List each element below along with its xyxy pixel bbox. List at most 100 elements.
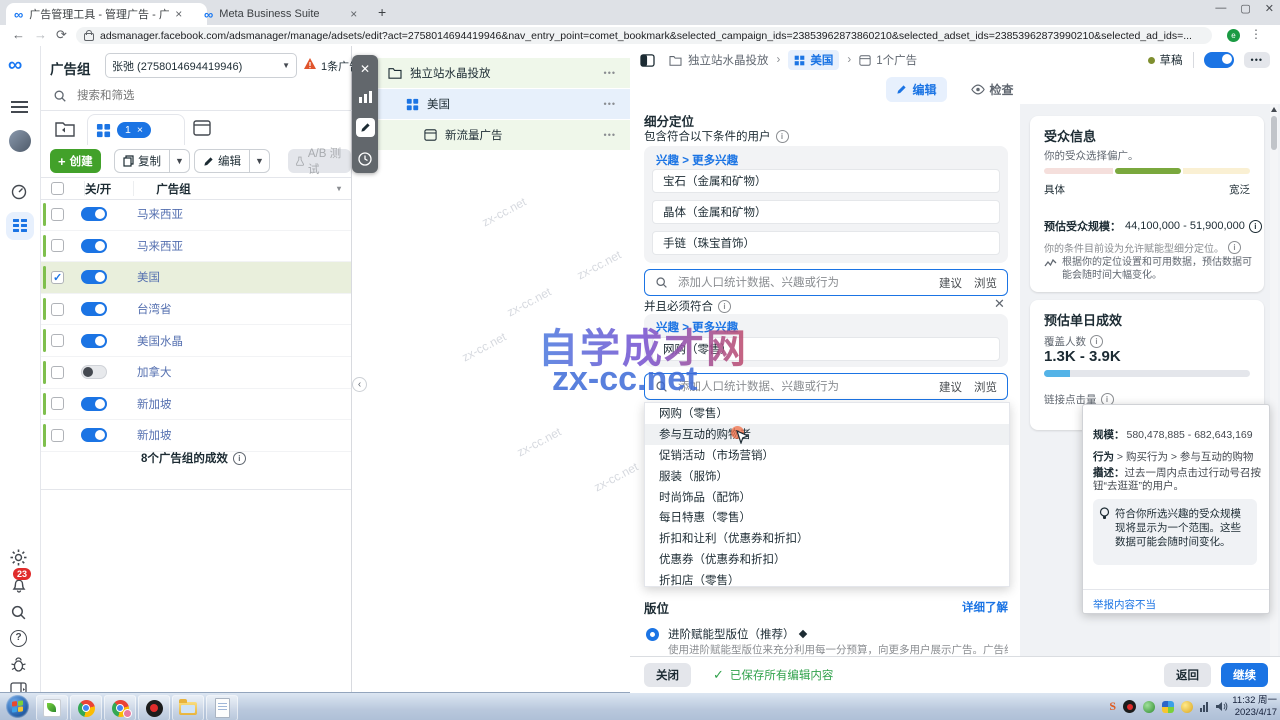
edit-pencil-icon-active[interactable] bbox=[356, 118, 375, 137]
create-button[interactable]: +创建 bbox=[50, 149, 101, 173]
maximize-icon[interactable]: ▢ bbox=[1240, 2, 1250, 15]
duplicate-button[interactable]: 复制 bbox=[114, 149, 170, 173]
user-avatar[interactable] bbox=[9, 130, 31, 152]
table-row[interactable]: 新加坡 bbox=[41, 420, 351, 452]
browse-link[interactable]: 浏览 bbox=[974, 275, 997, 291]
table-row[interactable]: 马来西亚 bbox=[41, 199, 351, 231]
targeting-search-box-2[interactable]: 建议浏览 bbox=[644, 373, 1008, 400]
more-options-icon[interactable]: ••• bbox=[604, 130, 616, 140]
dropdown-item[interactable]: 网购（零售） bbox=[645, 403, 1009, 424]
back-button[interactable]: 返回 bbox=[1164, 663, 1211, 687]
start-button[interactable] bbox=[6, 695, 29, 718]
interest-item[interactable]: 手链（珠宝首饰） bbox=[652, 231, 1000, 255]
adset-toggle-off[interactable] bbox=[81, 365, 107, 379]
dropdown-item[interactable]: 折扣和让利（优惠券和折扣） bbox=[645, 528, 1009, 549]
chart-icon[interactable] bbox=[359, 91, 372, 103]
scrollbar-track[interactable] bbox=[1270, 104, 1278, 656]
scrollbar-thumb[interactable] bbox=[1271, 116, 1277, 150]
dropdown-item[interactable]: 折扣店（零售） bbox=[645, 569, 1009, 587]
ab-test-button[interactable]: A/B 测试 bbox=[288, 149, 351, 173]
adset-toggle[interactable] bbox=[81, 334, 107, 348]
tray-s-icon[interactable]: S bbox=[1109, 699, 1116, 714]
taskbar-app-chrome[interactable] bbox=[70, 695, 102, 720]
scroll-up-arrow[interactable] bbox=[1271, 107, 1277, 112]
forward-icon[interactable]: → bbox=[34, 25, 47, 45]
taskbar-app-chrome-2[interactable] bbox=[104, 695, 136, 720]
browse-link[interactable]: 浏览 bbox=[974, 379, 997, 395]
adset-toggle[interactable] bbox=[81, 239, 107, 253]
grid-view-tab-active[interactable]: 1× bbox=[87, 114, 185, 145]
table-view-icon[interactable] bbox=[193, 120, 211, 136]
help-icon[interactable]: ? bbox=[10, 630, 27, 647]
tab-close-icon[interactable]: × bbox=[175, 7, 182, 21]
browser-menu-icon[interactable]: ⋮ bbox=[1250, 27, 1262, 41]
refresh-icon[interactable]: ⟳ bbox=[56, 25, 67, 45]
report-link[interactable]: 举报内容不当 bbox=[1093, 597, 1156, 612]
tray-network-icon[interactable] bbox=[1200, 702, 1208, 712]
url-omnibox[interactable]: adsmanager.facebook.com/adsmanager/manag… bbox=[76, 27, 1212, 44]
taskbar-app-explorer[interactable] bbox=[172, 695, 204, 720]
targeting-search-input-2[interactable] bbox=[676, 380, 931, 394]
table-row[interactable]: 台湾省 bbox=[41, 294, 351, 326]
account-selector[interactable]: 张弛 (2758014694419946) ▼ bbox=[105, 53, 297, 78]
search-filter-input[interactable] bbox=[75, 89, 279, 103]
panel-toggle-icon[interactable] bbox=[640, 54, 655, 67]
targeting-search-box[interactable]: 建议浏览 bbox=[644, 269, 1008, 296]
placement-option-row[interactable]: 进阶赋能型版位（推荐） bbox=[668, 626, 806, 642]
browser-tab-business-suite[interactable]: ∞ Meta Business Suite × bbox=[196, 3, 382, 25]
dropdown-item[interactable]: 服装（服饰） bbox=[645, 465, 1009, 486]
minimize-icon[interactable]: — bbox=[1215, 2, 1226, 15]
campaigns-icon-active[interactable] bbox=[6, 212, 34, 240]
adset-toggle[interactable] bbox=[81, 302, 107, 316]
table-row[interactable]: 马来西亚 bbox=[41, 231, 351, 263]
tree-ad-row[interactable]: 新流量广告 ••• bbox=[376, 120, 630, 150]
adset-toggle[interactable] bbox=[81, 207, 107, 221]
table-row[interactable]: 加拿大 bbox=[41, 357, 351, 389]
tree-campaign-row[interactable]: 独立站水晶投放 ••• bbox=[376, 58, 630, 88]
folder-view-icon[interactable] bbox=[55, 120, 75, 137]
table-row[interactable]: 新加坡 bbox=[41, 389, 351, 421]
browser-tab-ads-manager[interactable]: ∞ 广告管理工具 - 管理广告 - 广告 × bbox=[6, 3, 207, 25]
interest-item[interactable]: 晶体（金属和矿物） bbox=[652, 200, 1000, 224]
table-row-selected[interactable]: 美国 bbox=[41, 262, 351, 294]
table-row[interactable]: 美国水晶 bbox=[41, 325, 351, 357]
suggest-link[interactable]: 建议 bbox=[939, 275, 962, 291]
dropdown-item[interactable]: 优惠券（优惠券和折扣） bbox=[645, 549, 1009, 570]
dropdown-item[interactable]: 时尚饰品（配饰） bbox=[645, 486, 1009, 507]
edit-button[interactable]: 编辑 bbox=[194, 149, 250, 173]
select-all-checkbox[interactable] bbox=[51, 182, 64, 195]
more-options-button[interactable]: ••• bbox=[1244, 52, 1270, 68]
breadcrumb-adset-active[interactable]: 美国 bbox=[788, 50, 839, 70]
adset-toggle[interactable] bbox=[81, 428, 107, 442]
tray-speaker-icon[interactable] bbox=[1215, 701, 1228, 712]
back-icon[interactable]: ← bbox=[12, 25, 25, 45]
adset-status-toggle[interactable] bbox=[1204, 52, 1234, 68]
dropdown-item[interactable]: 促销活动（市场营销） bbox=[645, 445, 1009, 466]
adset-toggle[interactable] bbox=[81, 270, 107, 284]
breadcrumb-ad[interactable]: 1个广告 bbox=[876, 52, 917, 68]
close-window-icon[interactable]: ✕ bbox=[1265, 2, 1274, 15]
hamburger-menu-icon[interactable] bbox=[11, 98, 28, 116]
clear-filter-icon[interactable]: × bbox=[137, 124, 143, 136]
profile-avatar[interactable]: e bbox=[1227, 29, 1240, 42]
tray-recorder-icon[interactable] bbox=[1123, 700, 1136, 713]
more-options-icon[interactable]: ••• bbox=[604, 68, 616, 78]
tree-adset-row-selected[interactable]: 美国 ••• bbox=[376, 89, 630, 119]
close-icon[interactable]: ✕ bbox=[360, 62, 370, 76]
tray-shield-icon[interactable] bbox=[1162, 701, 1174, 713]
learn-more-link[interactable]: 详细了解 bbox=[962, 599, 1008, 615]
settings-gear-icon[interactable] bbox=[10, 549, 27, 566]
breadcrumb-campaign[interactable]: 独立站水晶投放 bbox=[688, 52, 769, 68]
interest-item[interactable]: 宝石（金属和矿物） bbox=[652, 169, 1000, 193]
column-toggle[interactable]: 关/开 bbox=[85, 181, 111, 197]
search-icon[interactable] bbox=[10, 604, 27, 621]
close-button[interactable]: 关闭 bbox=[644, 663, 691, 687]
taskbar-clock[interactable]: 11:32 周一 2023/4/17 bbox=[1232, 695, 1277, 718]
ads-manager-icon[interactable] bbox=[10, 182, 28, 200]
remove-group-icon[interactable]: ✕ bbox=[994, 296, 1005, 312]
taskbar-app-editor[interactable] bbox=[36, 695, 68, 720]
dropdown-item-hovered[interactable]: 参与互动的购物者 bbox=[645, 424, 1009, 445]
taskbar-app-notepad[interactable] bbox=[206, 695, 238, 720]
sort-chevron-icon[interactable]: ▾ bbox=[337, 184, 341, 193]
tray-green-icon[interactable] bbox=[1143, 701, 1155, 713]
